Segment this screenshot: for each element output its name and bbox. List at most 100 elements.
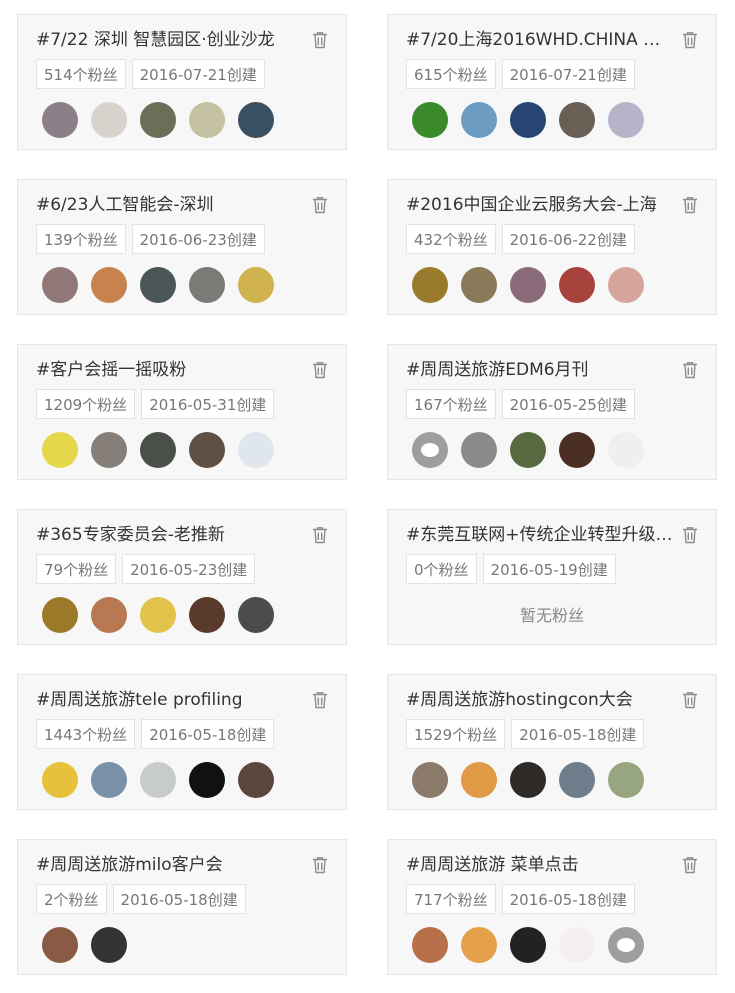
fan-avatar[interactable] <box>510 267 546 303</box>
group-title[interactable]: #7/22 深圳 智慧园区·创业沙龙 <box>36 27 304 53</box>
fan-avatar[interactable] <box>510 762 546 798</box>
group-card[interactable]: #周周送旅游 菜单点击 717个粉丝 2016-05-18创建 <box>387 839 717 975</box>
fan-avatar[interactable] <box>91 762 127 798</box>
fan-avatar[interactable] <box>140 432 176 468</box>
group-card[interactable]: #周周送旅游EDM6月刊 167个粉丝 2016-05-25创建 <box>387 344 717 480</box>
fan-avatar[interactable] <box>559 432 595 468</box>
created-date-badge: 2016-07-21创建 <box>131 59 265 89</box>
fan-avatar[interactable] <box>42 597 78 633</box>
fan-avatar[interactable] <box>461 432 497 468</box>
fan-avatar[interactable] <box>412 927 448 963</box>
fans-count-badge: 167个粉丝 <box>406 389 496 419</box>
group-card[interactable]: #7/22 深圳 智慧园区·创业沙龙 514个粉丝 2016-07-21创建 <box>17 14 347 150</box>
group-title[interactable]: #客户会摇一摇吸粉 <box>36 357 304 383</box>
created-date-badge: 2016-05-19创建 <box>482 554 616 584</box>
fan-avatar[interactable] <box>91 102 127 138</box>
fans-count-badge: 615个粉丝 <box>406 59 496 89</box>
fan-avatar[interactable] <box>189 267 225 303</box>
group-title[interactable]: #东莞互联网+传统企业转型升级高峰论坛 <box>406 522 674 548</box>
wechat-default-avatar-icon[interactable] <box>608 927 644 963</box>
fan-avatar[interactable] <box>608 267 644 303</box>
fans-count-badge: 139个粉丝 <box>36 224 126 254</box>
delete-trash-icon[interactable] <box>312 856 328 874</box>
fan-avatar[interactable] <box>559 267 595 303</box>
fan-avatar[interactable] <box>189 762 225 798</box>
fan-avatar[interactable] <box>42 927 78 963</box>
fan-avatar[interactable] <box>91 927 127 963</box>
group-title[interactable]: #周周送旅游hostingcon大会 <box>406 687 674 713</box>
group-title[interactable]: #2016中国企业云服务大会-上海 <box>406 192 674 218</box>
wechat-default-avatar-icon[interactable] <box>412 432 448 468</box>
fan-avatar[interactable] <box>140 267 176 303</box>
group-card[interactable]: #7/20上海2016WHD.CHINA 世界主机大会 615个粉丝2016-07… <box>387 14 717 150</box>
fan-avatar[interactable] <box>510 927 546 963</box>
delete-trash-icon[interactable] <box>312 196 328 214</box>
fan-avatar[interactable] <box>42 432 78 468</box>
delete-trash-icon[interactable] <box>312 691 328 709</box>
fan-avatar[interactable] <box>608 432 644 468</box>
fan-avatar[interactable] <box>42 102 78 138</box>
group-card[interactable]: #365专家委员会-老推新 79个粉丝 2016-05-23创建 <box>17 509 347 645</box>
created-date-badge: 2016-05-18创建 <box>511 719 645 749</box>
fans-count-badge: 432个粉丝 <box>406 224 496 254</box>
delete-trash-icon[interactable] <box>682 526 698 544</box>
fan-avatar[interactable] <box>559 102 595 138</box>
delete-trash-icon[interactable] <box>682 361 698 379</box>
group-card[interactable]: #客户会摇一摇吸粉 1209个粉丝 2016-05-31创建 <box>17 344 347 480</box>
fan-avatar-list <box>412 432 644 468</box>
fan-avatar[interactable] <box>238 762 274 798</box>
fan-avatar[interactable] <box>238 597 274 633</box>
fan-avatar[interactable] <box>461 927 497 963</box>
delete-trash-icon[interactable] <box>312 526 328 544</box>
delete-trash-icon[interactable] <box>682 691 698 709</box>
fan-avatar[interactable] <box>189 102 225 138</box>
group-title[interactable]: #7/20上海2016WHD.CHINA 世界主机大会 <box>406 27 674 53</box>
fan-avatar[interactable] <box>189 432 225 468</box>
fan-avatar[interactable] <box>91 432 127 468</box>
fan-avatar[interactable] <box>412 762 448 798</box>
fan-avatar[interactable] <box>140 597 176 633</box>
fan-avatar[interactable] <box>412 267 448 303</box>
fan-avatar[interactable] <box>412 102 448 138</box>
fan-avatar[interactable] <box>238 102 274 138</box>
group-card[interactable]: #6/23人工智能会-深圳 139个粉丝 2016-06-23创建 <box>17 179 347 315</box>
group-title[interactable]: #6/23人工智能会-深圳 <box>36 192 304 218</box>
delete-trash-icon[interactable] <box>682 31 698 49</box>
group-card[interactable]: #东莞互联网+传统企业转型升级高峰论坛 0个粉丝2016-05-19创建暂无粉丝 <box>387 509 717 645</box>
fan-avatar[interactable] <box>608 102 644 138</box>
fan-avatar[interactable] <box>238 267 274 303</box>
group-card[interactable]: #周周送旅游tele profiling 1443个粉丝 2016-05-18创建 <box>17 674 347 810</box>
fan-avatar[interactable] <box>91 597 127 633</box>
fan-avatar[interactable] <box>42 267 78 303</box>
fan-avatar[interactable] <box>559 927 595 963</box>
fan-avatar[interactable] <box>140 102 176 138</box>
group-title[interactable]: #周周送旅游 菜单点击 <box>406 852 674 878</box>
fan-avatar[interactable] <box>189 597 225 633</box>
group-title[interactable]: #周周送旅游EDM6月刊 <box>406 357 674 383</box>
fan-avatar[interactable] <box>140 762 176 798</box>
group-card[interactable]: #周周送旅游hostingcon大会 1529个粉丝 2016-05-18创建 <box>387 674 717 810</box>
delete-trash-icon[interactable] <box>682 196 698 214</box>
delete-trash-icon[interactable] <box>312 361 328 379</box>
fan-avatar[interactable] <box>510 432 546 468</box>
delete-trash-icon[interactable] <box>312 31 328 49</box>
group-title[interactable]: #周周送旅游tele profiling <box>36 687 304 713</box>
fan-avatar-list <box>42 927 127 963</box>
group-title[interactable]: #365专家委员会-老推新 <box>36 522 304 548</box>
fan-avatar-list <box>412 102 644 138</box>
group-title[interactable]: #周周送旅游milo客户会 <box>36 852 304 878</box>
delete-trash-icon[interactable] <box>682 856 698 874</box>
group-card[interactable]: #周周送旅游milo客户会 2个粉丝 2016-05-18创建 <box>17 839 347 975</box>
fan-avatar[interactable] <box>461 102 497 138</box>
fan-avatar[interactable] <box>461 267 497 303</box>
fan-avatar[interactable] <box>42 762 78 798</box>
fan-avatar[interactable] <box>608 762 644 798</box>
fan-avatar[interactable] <box>91 267 127 303</box>
fans-count-badge: 1529个粉丝 <box>406 719 506 749</box>
group-stats: 79个粉丝 2016-05-23创建 <box>36 554 256 584</box>
group-card[interactable]: #2016中国企业云服务大会-上海 432个粉丝 2016-06-22创建 <box>387 179 717 315</box>
fan-avatar[interactable] <box>559 762 595 798</box>
fan-avatar[interactable] <box>461 762 497 798</box>
fan-avatar[interactable] <box>238 432 274 468</box>
fan-avatar[interactable] <box>510 102 546 138</box>
